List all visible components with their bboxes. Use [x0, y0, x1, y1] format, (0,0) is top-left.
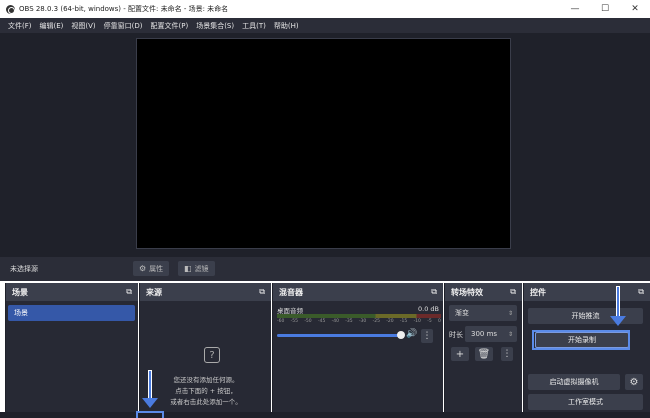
mixer-title: 混音器 [279, 287, 303, 297]
speaker-icon[interactable]: 🔊 [406, 329, 417, 339]
controls-dock: 控件 ⧉ 开始推流 开始录制 启动虚拟摄像机 ⚙ 工作室模式 设置 [523, 283, 650, 418]
popout-icon[interactable]: ⧉ [126, 287, 132, 297]
menu-tools[interactable]: 工具(T) [242, 21, 266, 31]
arrow-down-icon [610, 286, 626, 328]
no-source-label: 未选择源 [10, 265, 38, 273]
mixer-body: 桌面音频 0.0 dB -60 -55 -50 -45 -40 -35 -30 … [273, 301, 443, 418]
sources-list[interactable]: ? 您还没有添加任何源。 点击下面的 + 按钮， 或者右击此处添加一个。 [140, 301, 271, 418]
transitions-body: 渐变 ⇕ 时长 300 ms ⇕ + 🗑 ⋮ [445, 301, 522, 418]
obs-logo-icon [6, 4, 15, 14]
properties-button[interactable]: ⚙ 属性 [133, 261, 170, 276]
duration-value: 300 ms [471, 330, 498, 338]
sources-dock: 来源 ⧉ ? 您还没有添加任何源。 点击下面的 + 按钮， 或者右击此处添加一个… [139, 283, 271, 418]
transitions-header: 转场特效 ⧉ [445, 283, 522, 301]
tick: -50 [304, 319, 312, 324]
window-controls: — ☐ ✕ [560, 0, 650, 18]
scenes-header: 场景 ⧉ [6, 283, 138, 301]
tick: -45 [317, 319, 326, 324]
title-bar: OBS 28.0.3 (64-bit, windows) - 配置文件: 未命名… [0, 0, 650, 18]
filter-icon: ◧ [184, 264, 192, 273]
popout-icon[interactable]: ⧉ [259, 287, 265, 297]
meter-ticks: -60 -55 -50 -45 -40 -35 -30 -25 -20 -15 … [277, 319, 441, 324]
menu-edit[interactable]: 编辑(E) [40, 21, 64, 31]
tick: -15 [399, 319, 408, 324]
kebab-icon[interactable]: ⋮ [501, 347, 513, 361]
help-icon: ? [204, 347, 220, 363]
virtual-camera-button[interactable]: 启动虚拟摄像机 [528, 374, 620, 390]
tick: -55 [290, 319, 299, 324]
tick: -40 [331, 319, 339, 324]
program-preview[interactable] [136, 38, 511, 249]
popout-icon[interactable]: ⧉ [510, 287, 516, 297]
filters-button[interactable]: ◧ 滤镜 [178, 261, 215, 276]
tick: -60 [277, 319, 285, 324]
tick: -35 [345, 319, 353, 324]
scenes-dock: 场景 ⧉ 场景 [5, 283, 138, 418]
menu-help[interactable]: 帮助(H) [274, 21, 299, 31]
spinner-icon: ⇕ [507, 330, 513, 338]
menu-file[interactable]: 文件(F) [8, 21, 32, 31]
filters-label: 滤镜 [194, 264, 209, 273]
mixer-dock: 混音器 ⧉ 桌面音频 0.0 dB -60 -55 -50 -45 -40 -3… [272, 283, 443, 418]
menu-docks[interactable]: 停靠窗口(D) [104, 21, 143, 31]
menu-scene-collection[interactable]: 场景集合(S) [196, 21, 234, 31]
transition-select[interactable]: 渐变 ⇕ [449, 305, 517, 321]
add-source-highlight-box [136, 411, 164, 418]
source-toolbar: 未选择源 ⚙ 属性 ◧ 滤镜 [0, 257, 650, 281]
bottom-strip [0, 412, 650, 418]
minimize-button[interactable]: — [560, 0, 590, 18]
empty-line-1: 您还没有添加任何源。 [173, 376, 239, 384]
transitions-title: 转场特效 [451, 287, 483, 297]
tick: -25 [372, 319, 380, 324]
mixer-header: 混音器 ⧉ [273, 283, 443, 301]
sources-header: 来源 ⧉ [140, 283, 271, 301]
controls-title: 控件 [530, 287, 546, 297]
plus-icon[interactable]: + [451, 347, 469, 361]
gear-icon[interactable]: ⚙ [625, 374, 643, 390]
tick: -5 [427, 319, 432, 324]
sources-title: 来源 [146, 287, 162, 297]
empty-line-3: 或者右击此处添加一个。 [170, 398, 242, 406]
gear-icon: ⚙ [139, 264, 147, 273]
scenes-list: 场景 [6, 301, 138, 418]
transitions-dock: 转场特效 ⧉ 渐变 ⇕ 时长 300 ms ⇕ + 🗑 ⋮ [444, 283, 522, 418]
kebab-icon[interactable]: ⋮ [421, 329, 433, 343]
close-button[interactable]: ✕ [620, 0, 650, 18]
popout-icon[interactable]: ⧉ [638, 287, 644, 297]
scene-item[interactable]: 场景 [8, 305, 135, 321]
controls-header: 控件 ⧉ [524, 283, 650, 301]
maximize-button[interactable]: ☐ [590, 0, 620, 18]
preview-area [0, 33, 650, 257]
channel-level: 0.0 dB [418, 305, 439, 313]
chevron-updown-icon: ⇕ [507, 309, 513, 317]
tick: -30 [358, 319, 367, 324]
tick: 0 [438, 319, 441, 324]
arrow-down-icon [142, 370, 158, 412]
tick: -20 [386, 319, 394, 324]
properties-label: 属性 [149, 264, 164, 273]
volume-meter [277, 314, 441, 318]
empty-line-2: 点击下面的 + 按钮， [175, 387, 237, 395]
duration-input[interactable]: 300 ms ⇕ [465, 326, 517, 342]
studio-mode-button[interactable]: 工作室模式 [528, 394, 643, 410]
popout-icon[interactable]: ⧉ [431, 287, 437, 297]
transition-type: 渐变 [455, 309, 469, 317]
menu-bar: 文件(F) 编辑(E) 视图(V) 停靠窗口(D) 配置文件(P) 场景集合(S… [0, 18, 650, 33]
menu-profile[interactable]: 配置文件(P) [151, 21, 189, 31]
volume-slider-handle[interactable] [397, 331, 405, 339]
controls-body: 开始推流 开始录制 启动虚拟摄像机 ⚙ 工作室模式 设置 [524, 301, 650, 418]
record-highlight-box [532, 330, 630, 350]
menu-view[interactable]: 视图(V) [71, 21, 95, 31]
duration-label: 时长 [449, 331, 463, 339]
volume-slider[interactable] [277, 334, 401, 337]
window-title: OBS 28.0.3 (64-bit, windows) - 配置文件: 未命名… [19, 5, 229, 13]
trash-icon[interactable]: 🗑 [475, 347, 493, 361]
tick: -10 [413, 319, 421, 324]
scenes-title: 场景 [12, 287, 28, 297]
